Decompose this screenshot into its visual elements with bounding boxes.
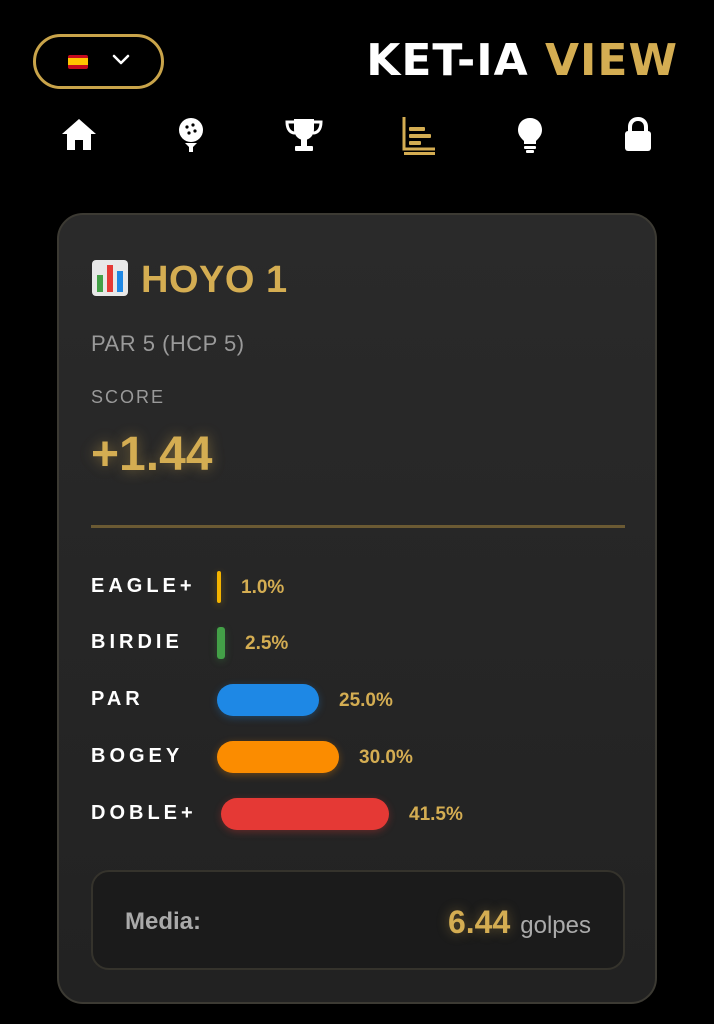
dist-row-doble: DOBLE+ 41.5% bbox=[91, 794, 611, 834]
dist-percent: 30.0% bbox=[359, 747, 413, 768]
dist-label: PAR bbox=[91, 688, 144, 710]
chart-emoji-icon bbox=[91, 259, 129, 302]
dist-bar bbox=[217, 571, 221, 603]
main-nav bbox=[0, 112, 714, 168]
golf-ball-icon bbox=[176, 116, 206, 159]
hole-title-text: HOYO 1 bbox=[141, 259, 288, 301]
dist-label: BOGEY bbox=[91, 745, 184, 767]
average-box: Media: 6.44 golpes bbox=[91, 870, 625, 970]
home-icon bbox=[60, 117, 98, 158]
language-selector[interactable] bbox=[33, 34, 164, 89]
bar-chart-icon bbox=[401, 115, 437, 160]
dist-percent: 1.0% bbox=[241, 577, 285, 598]
nav-golf[interactable] bbox=[166, 112, 216, 162]
flag-es-icon bbox=[67, 54, 88, 69]
par-info: PAR 5 (HCP 5) bbox=[91, 331, 245, 356]
dist-row-birdie: BIRDIE 2.5% bbox=[91, 623, 611, 663]
nav-stats[interactable] bbox=[394, 112, 444, 162]
nav-tips[interactable] bbox=[505, 112, 555, 162]
dist-bar bbox=[217, 741, 339, 773]
dist-bar bbox=[217, 684, 319, 716]
dist-row-par: PAR 25.0% bbox=[91, 680, 611, 720]
average-label: Media: bbox=[125, 908, 202, 935]
app-logo: KET-IA VIEW bbox=[366, 36, 678, 86]
dist-label: DOBLE+ bbox=[91, 802, 197, 824]
dist-percent: 25.0% bbox=[339, 690, 393, 711]
dist-row-eagle: EAGLE+ 1.0% bbox=[91, 567, 611, 607]
dist-row-bogey: BOGEY 30.0% bbox=[91, 737, 611, 777]
dist-label: BIRDIE bbox=[91, 631, 183, 653]
dist-percent: 2.5% bbox=[245, 633, 289, 654]
average-value-group: 6.44 golpes bbox=[448, 904, 591, 941]
score-value: +1.44 bbox=[91, 428, 213, 481]
hole-stats-card: HOYO 1 PAR 5 (HCP 5) SCORE +1.44 EAGLE+ 1… bbox=[57, 213, 657, 1004]
score-label: SCORE bbox=[91, 387, 166, 407]
dist-percent: 41.5% bbox=[409, 804, 463, 825]
dist-label: EAGLE+ bbox=[91, 575, 196, 597]
lock-icon bbox=[623, 116, 653, 158]
hole-title: HOYO 1 bbox=[91, 259, 288, 302]
average-value: 6.44 bbox=[447, 904, 511, 940]
lightbulb-icon bbox=[516, 116, 544, 159]
dist-bar bbox=[217, 627, 225, 659]
average-unit: golpes bbox=[520, 912, 591, 939]
dist-bar bbox=[221, 798, 389, 830]
nav-home[interactable] bbox=[54, 112, 104, 162]
nav-trophy[interactable] bbox=[279, 112, 329, 162]
brand-part1: KET-IA bbox=[366, 35, 529, 86]
nav-lock[interactable] bbox=[613, 112, 663, 162]
brand-part2: VIEW bbox=[544, 35, 678, 86]
chevron-down-icon bbox=[112, 53, 130, 71]
trophy-icon bbox=[284, 117, 324, 158]
divider bbox=[91, 525, 625, 528]
